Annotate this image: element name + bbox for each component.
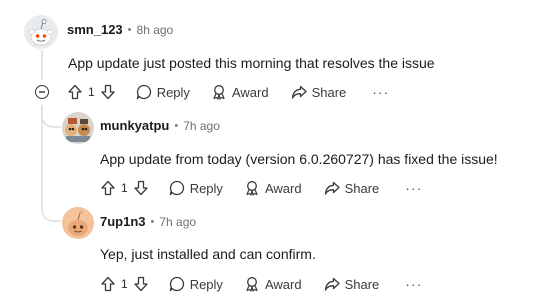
share-icon	[291, 85, 307, 99]
upvote-icon	[68, 84, 82, 100]
separator-dot: •	[174, 119, 179, 132]
award-icon	[213, 85, 225, 100]
award-icon	[246, 277, 258, 292]
reply-button[interactable]: Reply	[169, 180, 223, 196]
comment-actions: 1 Reply Award Share ···	[99, 177, 422, 199]
award-label: Award	[264, 180, 302, 196]
speech-bubble-icon	[136, 84, 151, 100]
comment-text: App update from today (version 6.0.26072…	[100, 151, 498, 167]
downvote-icon	[134, 276, 148, 292]
more-options-button[interactable]: ···	[372, 84, 389, 100]
downvote-button[interactable]	[132, 275, 150, 293]
reply-label: Reply	[189, 180, 223, 196]
share-icon	[324, 277, 340, 291]
share-label: Share	[344, 276, 380, 292]
upvote-icon	[101, 276, 115, 292]
more-options-button[interactable]: ···	[405, 276, 422, 292]
avatar[interactable]	[62, 112, 94, 144]
comment-actions: 1 Reply Award Share ···	[99, 273, 422, 295]
award-button[interactable]: Award	[244, 276, 302, 292]
username[interactable]: 7up1n3	[100, 214, 146, 229]
more-options-button[interactable]: ···	[405, 180, 422, 196]
collapse-button[interactable]	[35, 85, 49, 99]
share-icon	[324, 181, 340, 195]
reply-button[interactable]: Reply	[169, 276, 223, 292]
vote-count: 1	[121, 181, 128, 195]
comment-text: App update just posted this morning that…	[68, 55, 435, 71]
downvote-button[interactable]	[99, 83, 117, 101]
snoo-avatar-icon	[62, 207, 94, 239]
share-label: Share	[344, 180, 380, 196]
speech-bubble-icon	[169, 276, 184, 292]
avatar[interactable]	[62, 207, 94, 239]
username[interactable]: smn_123	[67, 22, 123, 37]
username[interactable]: munkyatpu	[100, 118, 169, 133]
downvote-icon	[101, 84, 115, 100]
upvote-button[interactable]	[66, 83, 84, 101]
upvote-button[interactable]	[99, 179, 117, 197]
thread-line	[41, 50, 43, 80]
comment-text: Yep, just installed and can confirm.	[100, 246, 316, 262]
separator-dot: •	[150, 215, 155, 228]
reply-button[interactable]: Reply	[136, 84, 190, 100]
timestamp[interactable]: 8h ago	[137, 23, 174, 37]
downvote-button[interactable]	[132, 179, 150, 197]
award-label: Award	[264, 276, 302, 292]
vote-count: 1	[121, 277, 128, 291]
share-button[interactable]: Share	[324, 276, 380, 292]
reply-label: Reply	[189, 276, 223, 292]
minus-icon	[39, 91, 45, 93]
speech-bubble-icon	[169, 180, 184, 196]
avatar[interactable]	[24, 15, 58, 49]
award-button[interactable]: Award	[244, 180, 302, 196]
downvote-icon	[134, 180, 148, 196]
upvote-icon	[101, 180, 115, 196]
monkey-avatar-icon	[62, 112, 94, 144]
vote-count: 1	[88, 85, 95, 99]
upvote-button[interactable]	[99, 275, 117, 293]
share-button[interactable]: Share	[291, 84, 347, 100]
award-button[interactable]: Award	[211, 84, 269, 100]
thread-curve	[41, 106, 61, 128]
share-label: Share	[311, 84, 347, 100]
thread-curve	[41, 198, 61, 222]
comment-actions: 1 Reply Award Share ···	[66, 81, 389, 103]
award-icon	[246, 181, 258, 196]
share-button[interactable]: Share	[324, 180, 380, 196]
timestamp[interactable]: 7h ago	[183, 119, 220, 133]
award-label: Award	[231, 84, 269, 100]
reply-label: Reply	[156, 84, 190, 100]
separator-dot: •	[127, 23, 132, 36]
timestamp[interactable]: 7h ago	[159, 215, 196, 229]
snoo-avatar-icon	[24, 15, 58, 49]
